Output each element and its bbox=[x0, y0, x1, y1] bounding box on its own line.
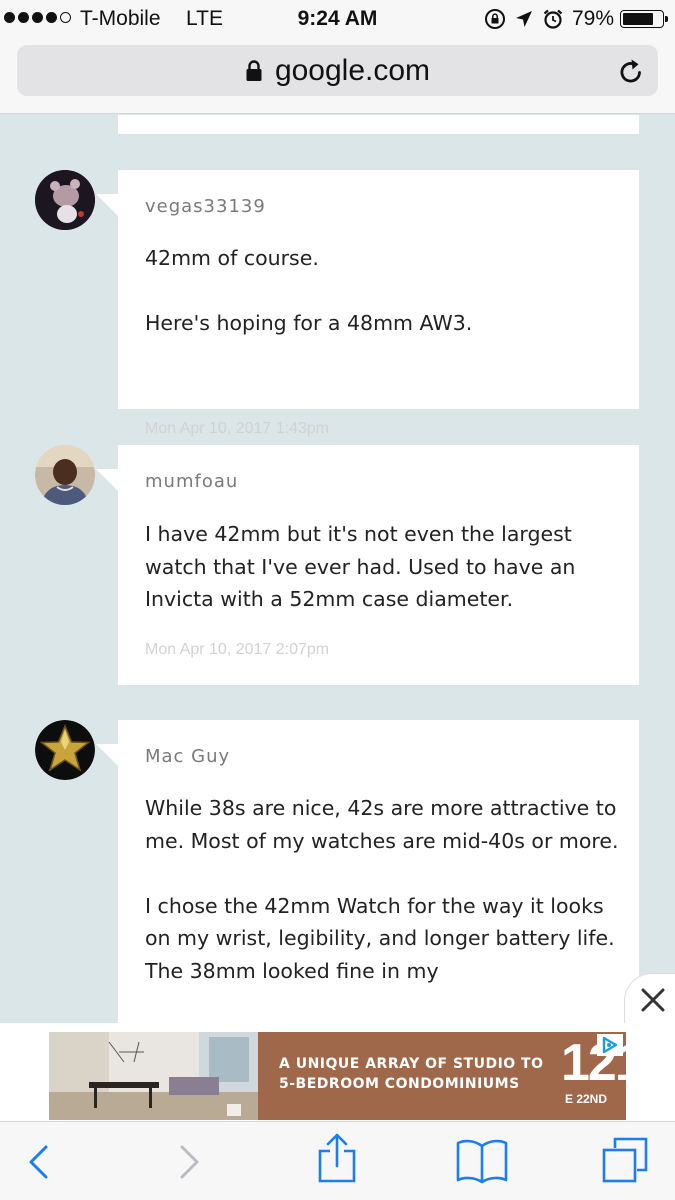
comment-body: While 38s are nice, 42s are more attract… bbox=[145, 796, 619, 983]
back-icon[interactable] bbox=[24, 1144, 52, 1180]
avatar-image bbox=[35, 170, 95, 230]
ad-text: A UNIQUE ARRAY OF STUDIO TO 5-BEDROOM CO… bbox=[279, 1054, 544, 1094]
signal-strength-icon bbox=[4, 12, 71, 23]
avatar-image bbox=[35, 445, 95, 505]
comment-author[interactable]: mumfoau bbox=[145, 471, 238, 492]
bookmarks-icon[interactable] bbox=[456, 1138, 508, 1184]
carrier-name: T-Mobile bbox=[80, 7, 161, 30]
star-avatar-image bbox=[35, 720, 95, 780]
adchoices-icon[interactable] bbox=[597, 1034, 623, 1056]
ad-line-2: 5-BEDROOM CONDOMINIUMS bbox=[279, 1076, 520, 1092]
share-icon[interactable] bbox=[317, 1132, 357, 1184]
ad-line-1: A UNIQUE ARRAY OF STUDIO TO bbox=[279, 1056, 544, 1072]
ad-bar: A UNIQUE ARRAY OF STUDIO TO 5-BEDROOM CO… bbox=[0, 1023, 675, 1121]
comment-author[interactable]: vegas33139 bbox=[145, 196, 266, 217]
forward-icon[interactable] bbox=[176, 1144, 204, 1180]
battery-percent: 79% bbox=[572, 7, 615, 30]
network-type: LTE bbox=[186, 7, 223, 30]
close-icon bbox=[641, 988, 665, 1012]
lock-icon bbox=[246, 59, 262, 81]
battery-icon bbox=[620, 10, 668, 28]
status-bar: T-Mobile LTE 9:24 AM 79% bbox=[0, 0, 675, 38]
comment-author[interactable]: Mac Guy bbox=[145, 746, 230, 767]
comment-body: 42mm of course. Here's hoping for a 48mm… bbox=[145, 246, 473, 335]
url-text: google.com bbox=[274, 53, 431, 87]
comment-card-previous bbox=[118, 115, 639, 134]
comment-body: I have 42mm but it's not even the larges… bbox=[145, 522, 576, 611]
comment-card: mumfoau I have 42mm but it's not even th… bbox=[96, 445, 639, 685]
ad-close-button[interactable] bbox=[624, 973, 675, 1025]
location-arrow-icon bbox=[516, 11, 532, 27]
reload-icon[interactable] bbox=[618, 57, 644, 85]
ad-photo bbox=[49, 1032, 258, 1120]
address-bar[interactable]: google.com bbox=[17, 45, 658, 96]
rotation-lock-icon bbox=[485, 9, 505, 29]
browser-toolbar bbox=[0, 1121, 675, 1200]
comment-timestamp: Mon Apr 10, 2017 2:07pm bbox=[145, 641, 330, 658]
comment-timestamp: Mon Apr 10, 2017 1:43pm bbox=[145, 420, 330, 437]
ad-logo-street: E 22ND bbox=[565, 1092, 608, 1106]
alarm-icon bbox=[543, 9, 563, 29]
comment-card: Mac Guy While 38s are nice, 42s are more… bbox=[96, 720, 639, 1023]
comments-section: vegas33139 42mm of course. Here's hoping… bbox=[0, 115, 675, 1023]
comment-card: vegas33139 42mm of course. Here's hoping… bbox=[96, 170, 639, 437]
avatar[interactable] bbox=[35, 445, 95, 505]
avatar[interactable] bbox=[35, 720, 95, 780]
ad-banner[interactable]: A UNIQUE ARRAY OF STUDIO TO 5-BEDROOM CO… bbox=[49, 1032, 626, 1120]
avatar[interactable] bbox=[35, 170, 95, 230]
browser-address-area: google.com bbox=[0, 38, 675, 114]
tabs-icon[interactable] bbox=[601, 1136, 649, 1184]
